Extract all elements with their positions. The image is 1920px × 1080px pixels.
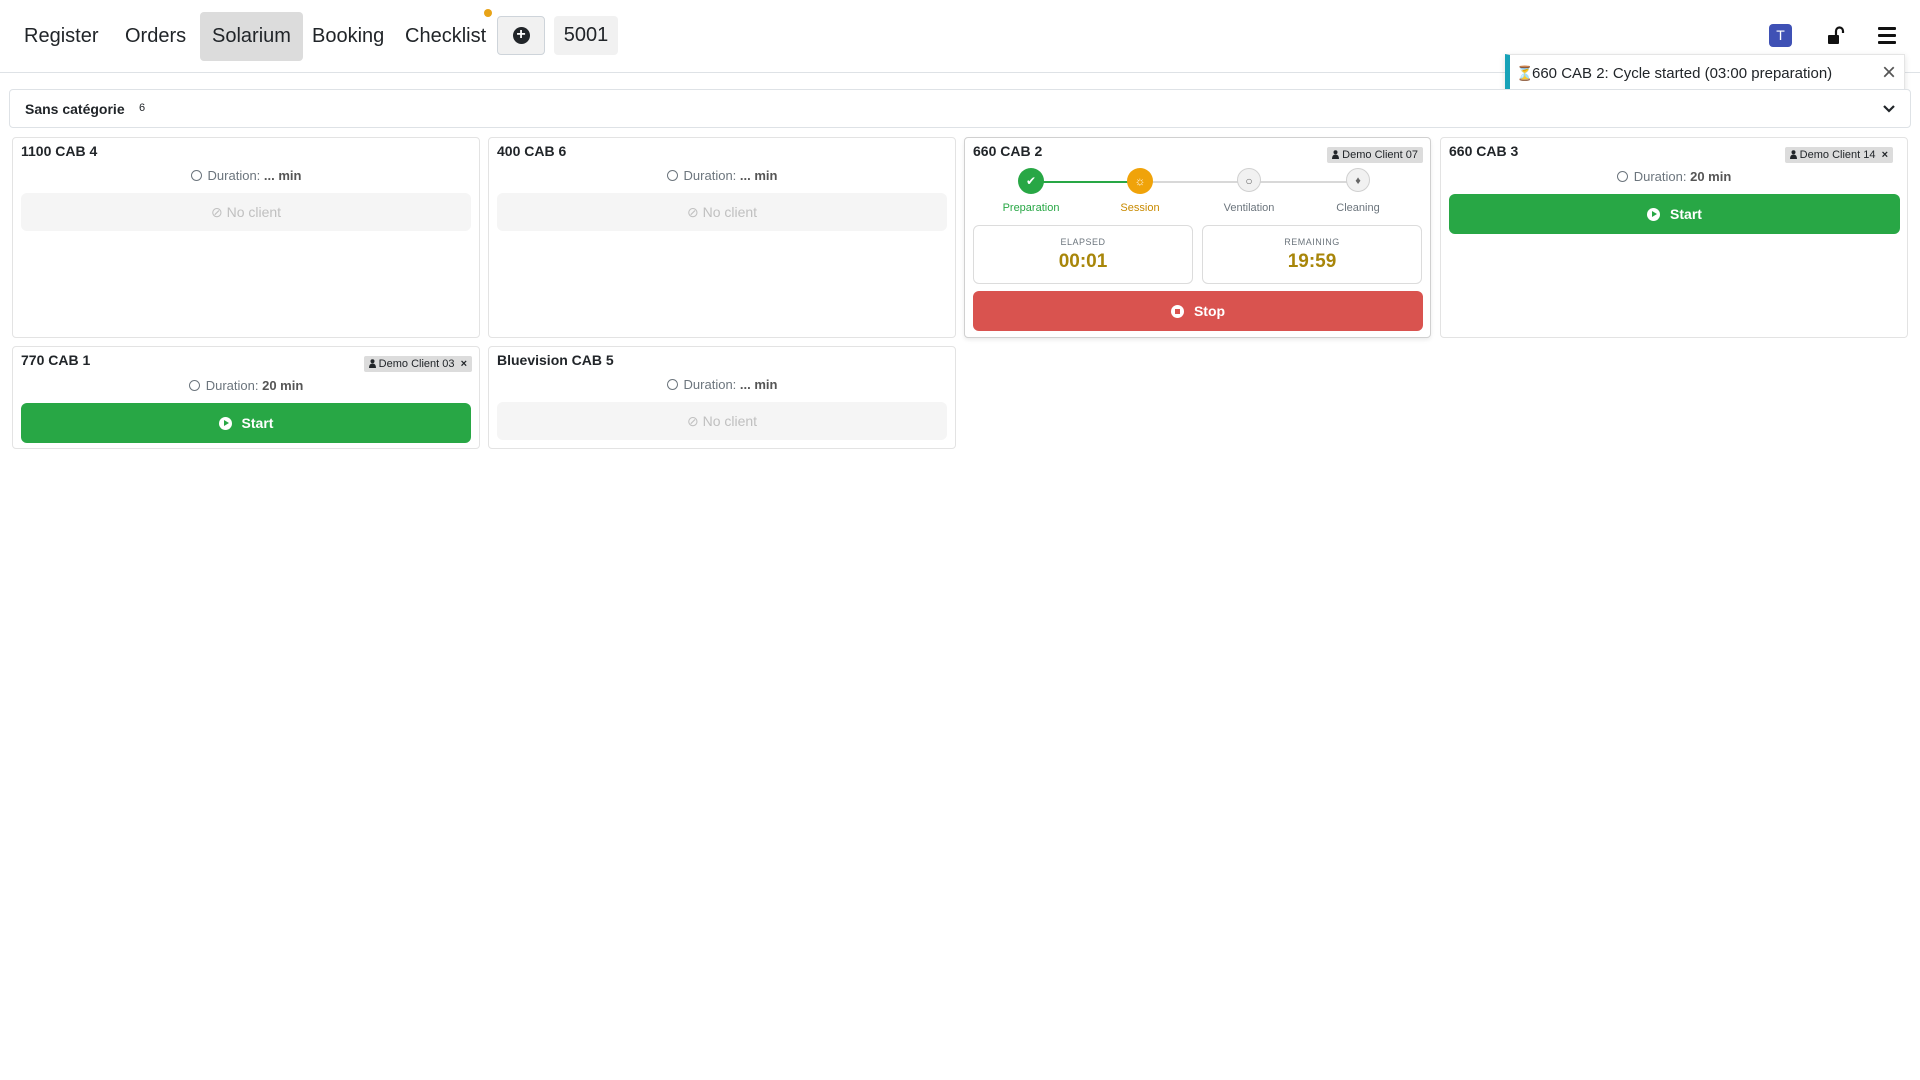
user-avatar[interactable]: T — [1769, 24, 1792, 47]
duration-value: ... min — [739, 168, 778, 183]
step-label-ventilation: Ventilation — [1223, 202, 1275, 214]
cabin-card: 660 CAB 3 Demo Client 14 × Duration: 20 … — [1440, 137, 1908, 338]
duration-value: ... min — [739, 377, 778, 392]
cabin-card: 770 CAB 1 Demo Client 03 × Duration: 20 … — [12, 346, 480, 449]
duration-value: 20 min — [262, 378, 304, 393]
clock-icon — [188, 380, 200, 391]
user-slash-icon: ⊘ — [686, 204, 703, 220]
tab-booking[interactable]: Booking — [300, 12, 396, 61]
duration-label: Duration: — [683, 168, 737, 183]
play-circle-icon — [1647, 208, 1661, 221]
cabin-title: 660 CAB 2 — [973, 143, 1043, 159]
tab-checklist[interactable]: Checklist — [393, 12, 498, 61]
step-label-cleaning: Cleaning — [1336, 202, 1380, 214]
remaining-label: REMAINING — [1284, 237, 1340, 247]
elapsed-label: ELAPSED — [1060, 237, 1106, 247]
clock-icon — [1616, 171, 1628, 182]
remaining-timer: REMAINING 19:59 — [1202, 225, 1422, 284]
start-label: Start — [241, 415, 274, 431]
tab-solarium[interactable]: Solarium — [200, 12, 303, 61]
user-icon — [1332, 150, 1340, 159]
cabin-title: 400 CAB 6 — [497, 143, 567, 159]
client-name: Demo Client 14 — [1799, 149, 1876, 161]
no-client-label: No client — [702, 204, 758, 220]
duration-row: Duration: ... min — [489, 377, 955, 392]
start-button[interactable]: Start — [21, 403, 471, 443]
stop-button[interactable]: Stop — [973, 291, 1423, 331]
category-header[interactable]: Sans catégorie 6 — [9, 89, 1911, 128]
duration-label: Duration: — [205, 378, 259, 393]
cabin-title: Bluevision CAB 5 — [497, 352, 614, 368]
client-badge[interactable]: Demo Client 07 — [1327, 147, 1423, 163]
fan-icon: ○ — [1237, 168, 1261, 192]
clock-icon — [666, 170, 678, 181]
duration-label: Duration: — [683, 377, 737, 392]
plus-circle-icon: + — [512, 27, 530, 44]
user-icon — [1789, 150, 1797, 159]
duration-row: Duration: ... min — [13, 168, 479, 183]
start-button[interactable]: Start — [1449, 194, 1900, 234]
toast-message: 660 CAB 2: Cycle started (03:00 preparat… — [1532, 65, 1833, 82]
hamburger-menu-icon[interactable] — [1878, 27, 1896, 45]
elapsed-timer: ELAPSED 00:01 — [973, 225, 1193, 284]
tab-orders[interactable]: Orders — [113, 12, 198, 61]
table-number-button[interactable]: 5001 — [554, 16, 618, 55]
no-client-button[interactable]: ⊘ No client — [497, 193, 947, 231]
add-button[interactable]: + — [497, 16, 545, 55]
clock-icon — [190, 170, 202, 181]
notification-dot — [484, 9, 492, 17]
chevron-down-icon[interactable] — [1882, 102, 1896, 116]
duration-label: Duration: — [207, 168, 261, 183]
clock-icon — [666, 379, 678, 390]
remove-client-icon[interactable]: × — [1882, 149, 1888, 161]
duration-label: Duration: — [1633, 169, 1687, 184]
cabin-card: 400 CAB 6 Duration: ... min ⊘ No client — [488, 137, 956, 338]
user-icon — [368, 359, 376, 368]
cabin-card: Bluevision CAB 5 Duration: ... min ⊘ No … — [488, 346, 956, 449]
unlock-icon[interactable] — [1826, 26, 1846, 46]
user-slash-icon: ⊘ — [210, 204, 227, 220]
tab-register[interactable]: Register — [12, 12, 110, 61]
elapsed-value: 00:01 — [1058, 251, 1108, 272]
category-count: 6 — [139, 102, 146, 114]
remaining-value: 19:59 — [1287, 251, 1337, 272]
cabin-card: 1100 CAB 4 Duration: ... min ⊘ No client — [12, 137, 480, 338]
client-name: Demo Client 03 — [378, 358, 455, 370]
step-label-preparation: Preparation — [1002, 202, 1060, 214]
stop-circle-icon — [1170, 305, 1184, 318]
stop-label: Stop — [1193, 303, 1226, 319]
no-client-button[interactable]: ⊘ No client — [21, 193, 471, 231]
cabin-title: 1100 CAB 4 — [21, 143, 98, 159]
close-icon[interactable]: × — [1882, 59, 1896, 87]
play-circle-icon — [218, 417, 232, 430]
hourglass-icon: ⏳ — [1516, 65, 1534, 81]
client-name: Demo Client 07 — [1342, 149, 1418, 161]
no-client-label: No client — [226, 204, 282, 220]
drop-icon: ♦ — [1346, 168, 1370, 192]
client-badge[interactable]: Demo Client 14 × — [1784, 147, 1893, 163]
no-client-label: No client — [702, 413, 758, 429]
remove-client-icon[interactable]: × — [461, 358, 467, 370]
category-name: Sans catégorie — [25, 101, 125, 117]
client-badge[interactable]: Demo Client 03 × — [363, 356, 472, 372]
duration-value: ... min — [263, 168, 302, 183]
sun-icon: ☼ — [1127, 168, 1153, 194]
duration-row: Duration: ... min — [489, 168, 955, 183]
start-label: Start — [1670, 206, 1702, 222]
duration-row: Duration: 20 min — [13, 378, 479, 393]
toast-notification: ⏳ 660 CAB 2: Cycle started (03:00 prepar… — [1505, 54, 1905, 92]
cabin-card-active: 660 CAB 2 Demo Client 07 ✔ ☼ ○ ♦ Prepara… — [964, 137, 1431, 338]
check-icon: ✔ — [1018, 168, 1044, 194]
duration-value: 20 min — [1690, 169, 1732, 184]
user-slash-icon: ⊘ — [686, 413, 703, 429]
cabin-title: 770 CAB 1 — [21, 352, 91, 368]
duration-row: Duration: 20 min — [1441, 169, 1907, 184]
step-label-session: Session — [1120, 202, 1160, 214]
cabin-title: 660 CAB 3 — [1449, 143, 1519, 159]
no-client-button[interactable]: ⊘ No client — [497, 402, 947, 440]
